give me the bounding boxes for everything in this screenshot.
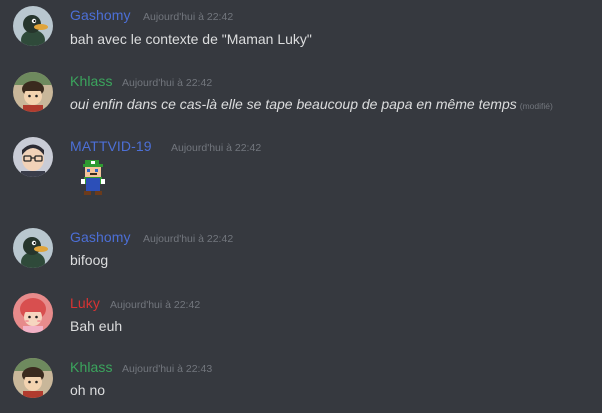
message-item: Luky Aujourd'hui à 22:42 Bah euh — [0, 288, 602, 348]
username[interactable]: Khlass — [70, 359, 113, 375]
timestamp: Aujourd'hui à 22:42 — [143, 233, 234, 245]
message-item: Khlass Aujourd'hui à 22:43 oh no — [0, 352, 602, 412]
boy-avatar[interactable] — [13, 72, 53, 112]
edited-label: (modifié) — [519, 101, 553, 111]
glasses-man-avatar[interactable] — [13, 137, 53, 177]
duck-avatar[interactable] — [13, 6, 53, 46]
boy-avatar[interactable] — [13, 358, 53, 398]
timestamp: Aujourd'hui à 22:42 — [110, 299, 201, 311]
message-text: bifoog — [70, 252, 109, 268]
message-text: Bah euh — [70, 318, 123, 334]
girl-avatar[interactable] — [13, 293, 53, 333]
message-item: Khlass Aujourd'hui à 22:42 oui enfin dan… — [0, 66, 602, 126]
luigi-sprite[interactable] — [78, 158, 108, 198]
timestamp: Aujourd'hui à 22:42 — [143, 11, 234, 23]
message-text: bah avec le contexte de "Maman Luky" — [70, 31, 312, 47]
message-item: Gashomy Aujourd'hui à 22:42 bah avec le … — [0, 0, 602, 60]
timestamp: Aujourd'hui à 22:42 — [122, 77, 213, 89]
timestamp: Aujourd'hui à 22:42 — [171, 142, 262, 154]
message-item: Gashomy Aujourd'hui à 22:42 bifoog — [0, 222, 602, 282]
timestamp: Aujourd'hui à 22:43 — [122, 363, 213, 375]
username[interactable]: Khlass — [70, 73, 113, 89]
username[interactable]: MATTVID-19 — [70, 138, 152, 154]
username[interactable]: Luky — [70, 295, 100, 311]
duck-avatar[interactable] — [13, 228, 53, 268]
message-text: oui enfin dans ce cas-là elle se tape be… — [70, 96, 553, 112]
message-text: oh no — [70, 382, 106, 398]
username[interactable]: Gashomy — [70, 7, 131, 23]
username[interactable]: Gashomy — [70, 229, 131, 245]
message-body: oui enfin dans ce cas-là elle se tape be… — [70, 96, 517, 112]
message-item: MATTVID-19 Aujourd'hui à 22:42 — [0, 132, 602, 214]
